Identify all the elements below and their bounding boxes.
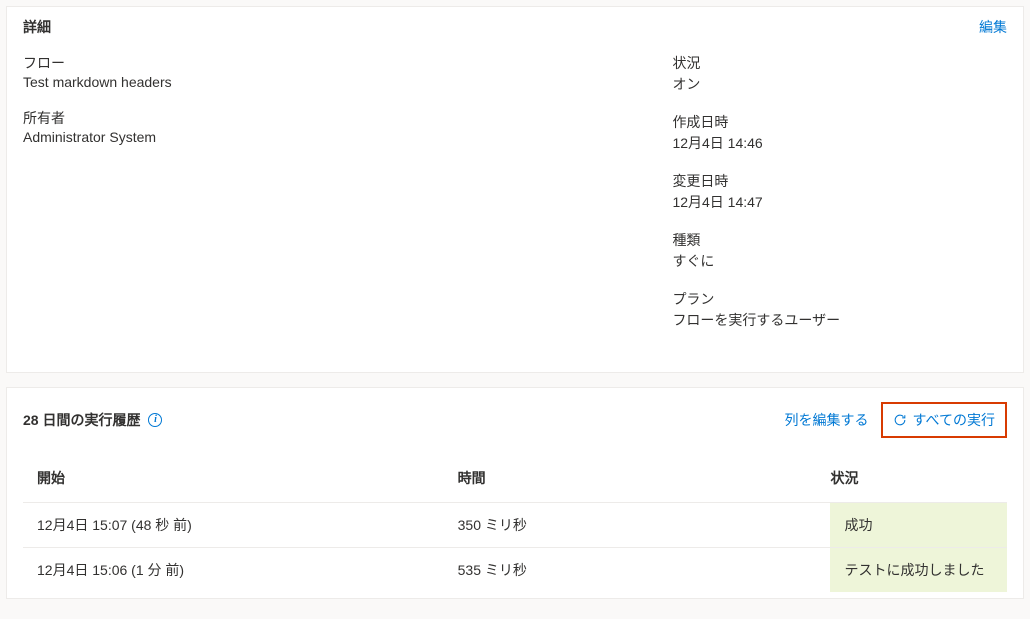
edit-button[interactable]: 編集 <box>979 17 1007 37</box>
status-value: オン <box>672 74 1007 94</box>
type-value: すぐに <box>672 251 1007 271</box>
run-history-title-wrap: 28 日間の実行履歴 i <box>23 410 162 430</box>
owner-label: 所有者 <box>23 108 672 128</box>
header-status[interactable]: 状況 <box>830 468 993 488</box>
flow-field: フロー Test markdown headers <box>23 53 672 90</box>
type-label: 種類 <box>672 230 1007 250</box>
flow-value: Test markdown headers <box>23 74 672 90</box>
details-column-left: フロー Test markdown headers 所有者 Administra… <box>23 53 672 348</box>
info-icon[interactable]: i <box>148 413 162 427</box>
created-value: 12月4日 14:46 <box>672 133 1007 153</box>
plan-field: プラン フローを実行するユーザー <box>672 289 1007 330</box>
details-card: 詳細 編集 フロー Test markdown headers 所有者 Admi… <box>6 6 1024 373</box>
run-history-actions: 列を編集する すべての実行 <box>785 402 1007 438</box>
status-label: 状況 <box>672 53 1007 73</box>
run-history-header: 28 日間の実行履歴 i 列を編集する すべての実行 <box>7 388 1023 448</box>
table-row[interactable]: 12月4日 15:07 (48 秒 前) 350 ミリ秒 成功 <box>23 502 1007 547</box>
cell-status: 成功 <box>830 503 1007 547</box>
edit-columns-label: 列を編集する <box>785 410 869 430</box>
header-start[interactable]: 開始 <box>37 468 458 488</box>
cell-duration: 535 ミリ秒 <box>458 560 831 580</box>
created-label: 作成日時 <box>672 112 1007 132</box>
cell-duration: 350 ミリ秒 <box>458 515 831 535</box>
cell-status: テストに成功しました <box>830 548 1007 592</box>
all-runs-label: すべての実行 <box>913 410 995 430</box>
type-field: 種類 すぐに <box>672 230 1007 271</box>
details-header: 詳細 編集 <box>7 7 1023 43</box>
plan-value: フローを実行するユーザー <box>672 310 1007 330</box>
modified-value: 12月4日 14:47 <box>672 192 1007 212</box>
details-body: フロー Test markdown headers 所有者 Administra… <box>7 43 1023 372</box>
table-header-row: 開始 時間 状況 <box>23 458 1007 502</box>
status-field: 状況 オン <box>672 53 1007 94</box>
run-history-card: 28 日間の実行履歴 i 列を編集する すべての実行 開始 時間 状況 <box>6 387 1024 599</box>
owner-value: Administrator System <box>23 129 672 145</box>
cell-start: 12月4日 15:06 (1 分 前) <box>37 560 458 580</box>
modified-field: 変更日時 12月4日 14:47 <box>672 171 1007 212</box>
run-history-table: 開始 時間 状況 12月4日 15:07 (48 秒 前) 350 ミリ秒 成功… <box>7 448 1023 598</box>
details-column-right: 状況 オン 作成日時 12月4日 14:46 変更日時 12月4日 14:47 … <box>672 53 1007 348</box>
flow-label: フロー <box>23 53 672 73</box>
plan-label: プラン <box>672 289 1007 309</box>
table-row[interactable]: 12月4日 15:06 (1 分 前) 535 ミリ秒 テストに成功しました <box>23 547 1007 592</box>
details-title: 詳細 <box>23 17 51 37</box>
created-field: 作成日時 12月4日 14:46 <box>672 112 1007 153</box>
run-history-title: 28 日間の実行履歴 <box>23 410 140 430</box>
modified-label: 変更日時 <box>672 171 1007 191</box>
all-runs-button[interactable]: すべての実行 <box>881 402 1007 438</box>
header-duration[interactable]: 時間 <box>458 468 831 488</box>
edit-columns-button[interactable]: 列を編集する <box>785 410 869 430</box>
refresh-icon <box>893 413 907 427</box>
owner-field: 所有者 Administrator System <box>23 108 672 145</box>
cell-start: 12月4日 15:07 (48 秒 前) <box>37 515 458 535</box>
